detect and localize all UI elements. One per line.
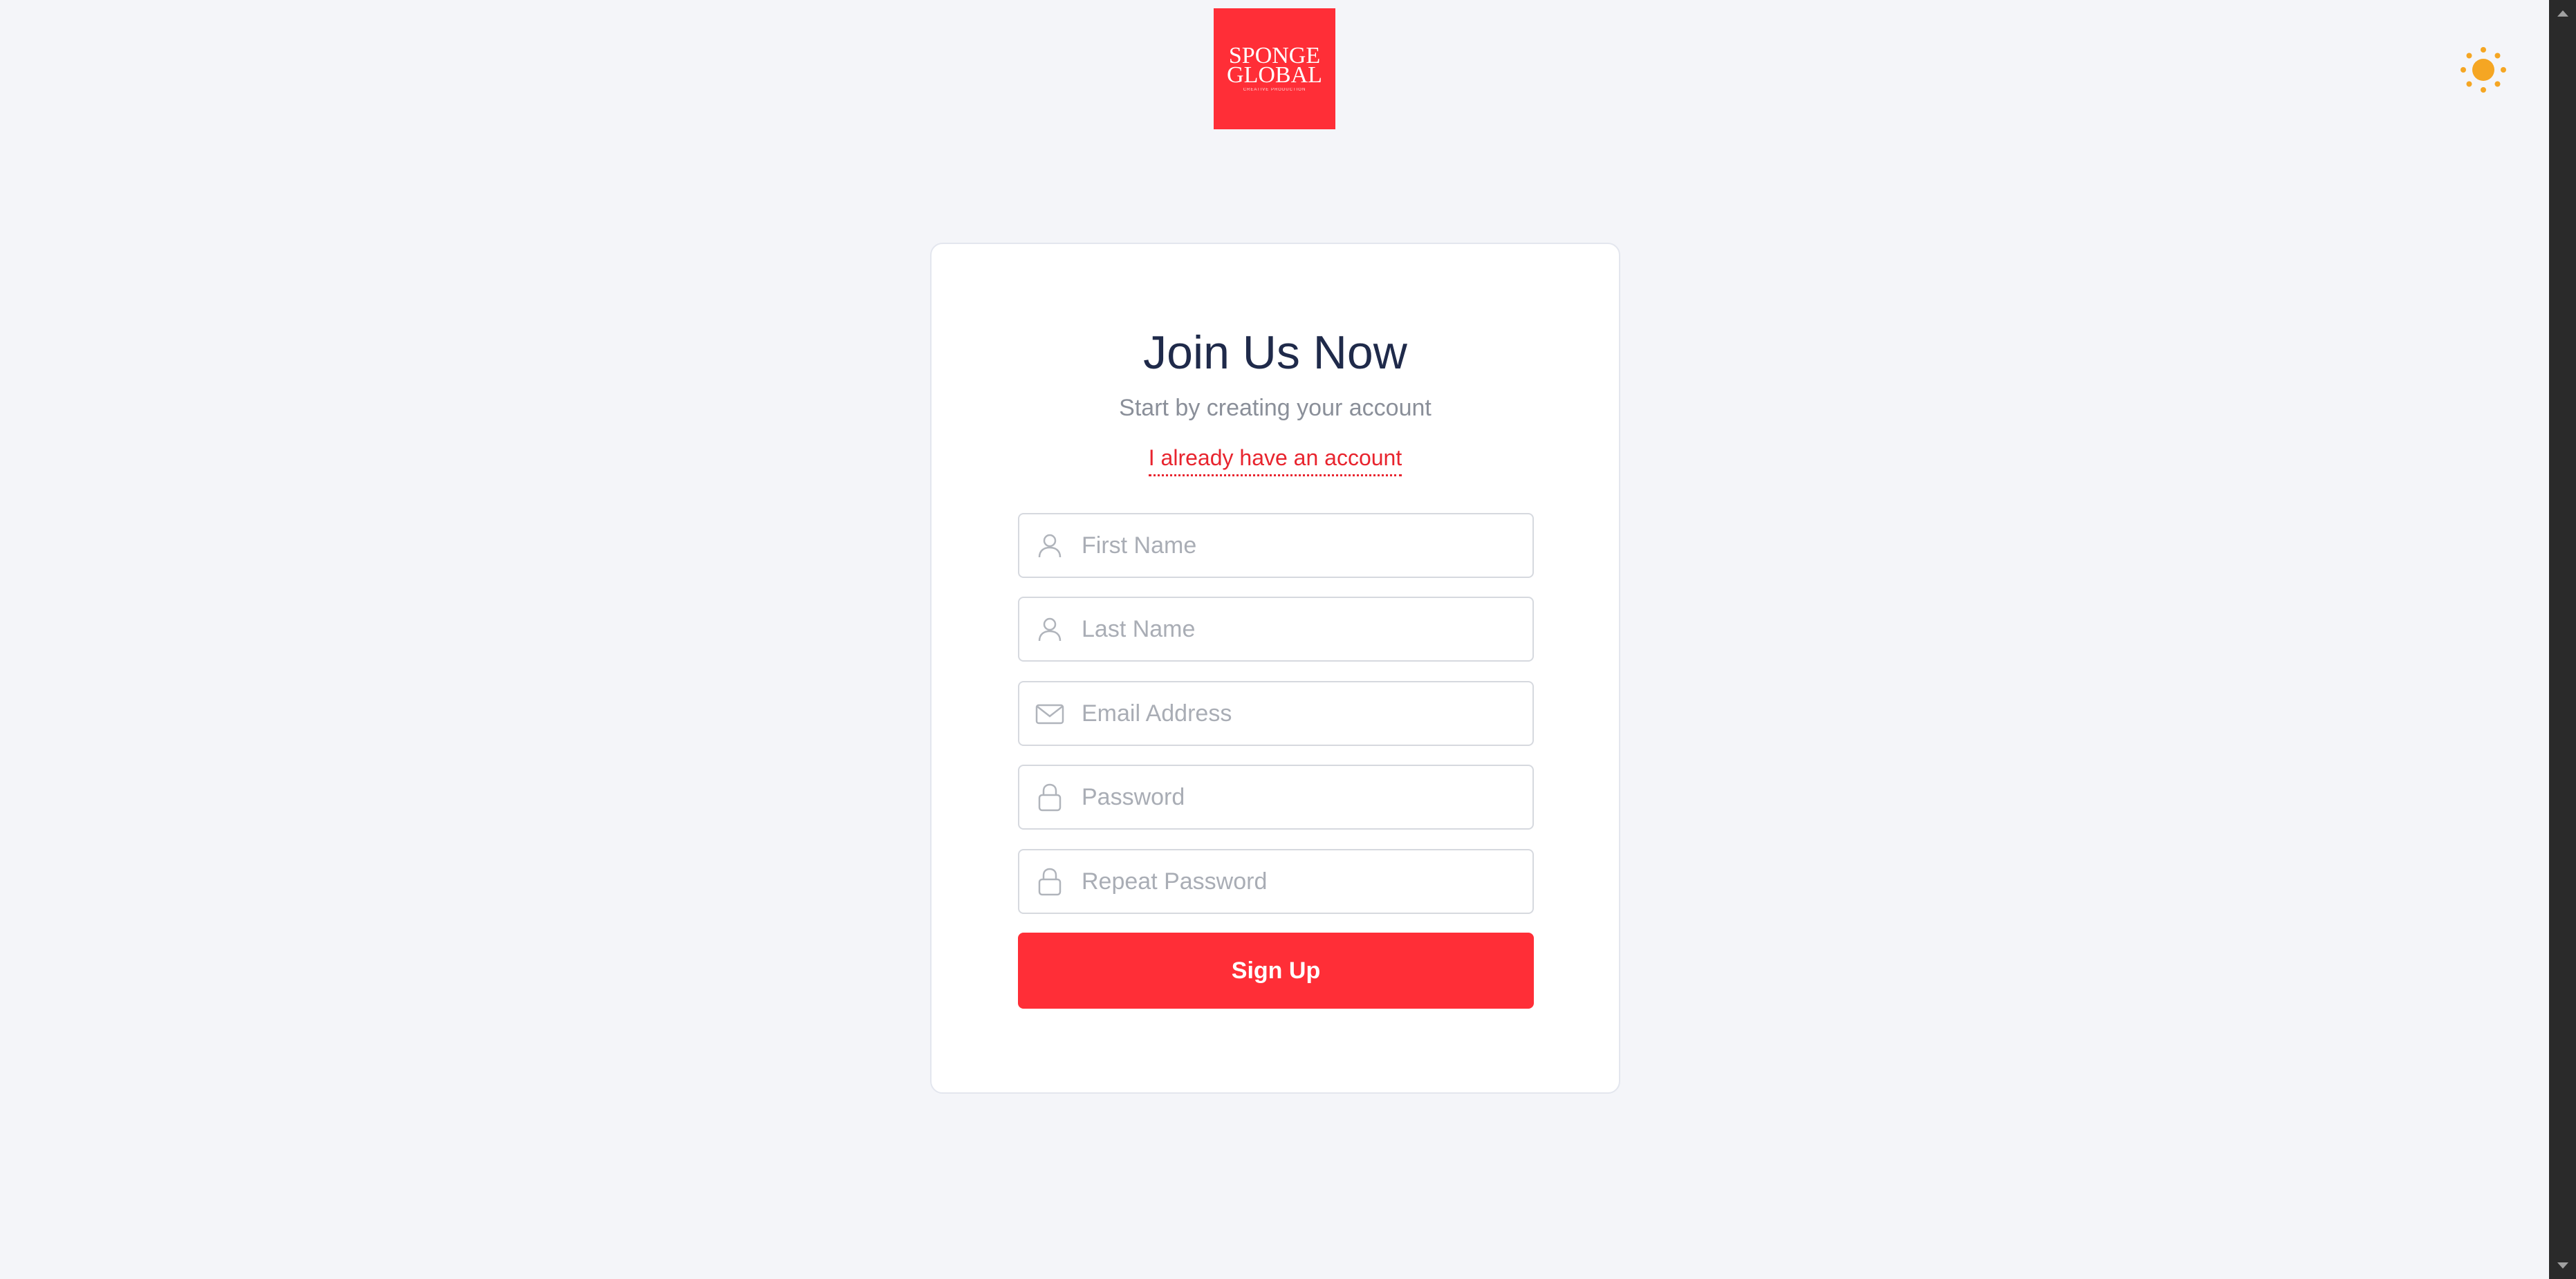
page-title: Join Us Now — [1143, 326, 1407, 379]
repeat-password-field[interactable] — [1018, 849, 1534, 914]
page-subtitle: Start by creating your account — [1119, 395, 1431, 421]
lock-icon — [1033, 865, 1066, 898]
sign-up-button[interactable]: Sign Up — [1018, 933, 1534, 1009]
password-input[interactable] — [1080, 783, 1512, 812]
first-name-field[interactable] — [1018, 513, 1534, 578]
mail-icon — [1033, 697, 1066, 730]
last-name-input[interactable] — [1080, 615, 1512, 644]
email-input[interactable] — [1080, 699, 1512, 728]
scrollbar[interactable] — [2549, 0, 2576, 1279]
repeat-password-input[interactable] — [1080, 867, 1512, 896]
scroll-down-icon[interactable] — [2549, 1255, 2576, 1276]
sun-icon — [2461, 47, 2506, 93]
user-icon — [1033, 613, 1066, 646]
user-icon — [1033, 529, 1066, 562]
signup-page: SPONGE GLOBAL CREATIVE PRODUCTION Join U… — [0, 0, 2576, 1279]
logo-tagline: CREATIVE PRODUCTION — [1243, 87, 1306, 92]
logo-text-line2: GLOBAL — [1227, 62, 1322, 88]
brand-logo: SPONGE GLOBAL CREATIVE PRODUCTION — [1214, 8, 1335, 129]
last-name-field[interactable] — [1018, 597, 1534, 662]
signup-card: Join Us Now Start by creating your accou… — [930, 243, 1620, 1094]
login-link[interactable]: I already have an account — [1148, 445, 1402, 476]
scroll-up-icon[interactable] — [2549, 3, 2576, 24]
password-field[interactable] — [1018, 765, 1534, 830]
lock-icon — [1033, 781, 1066, 814]
first-name-input[interactable] — [1080, 531, 1512, 560]
theme-toggle-button[interactable] — [2456, 43, 2510, 97]
email-field[interactable] — [1018, 681, 1534, 746]
